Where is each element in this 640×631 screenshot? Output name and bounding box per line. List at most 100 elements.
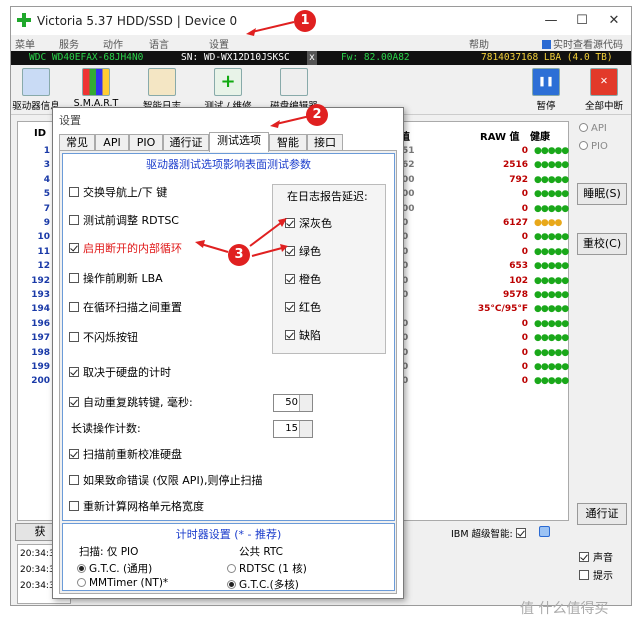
timer-settings-group: 计时器设置 (* - 推荐) 扫描: 仅 PIO 公共 RTC G.T.C. (…: [62, 523, 395, 591]
row-id: 199: [31, 362, 50, 372]
option-label: 取决于硬盘的计时: [83, 366, 171, 379]
delay-check: [285, 330, 295, 340]
test-options-panel: 驱动器测试选项影响表面测试参数 交换导航上/下 键测试前调整 RDTSC 启用断开…: [59, 150, 397, 594]
row-raw: 0: [521, 347, 528, 358]
delay-option[interactable]: 绿色: [285, 243, 321, 259]
passport-button[interactable]: 通行证: [577, 503, 627, 525]
option-9[interactable]: 长读操作计数:: [71, 420, 141, 436]
stop-icon: ✕: [590, 68, 618, 96]
drive-close-button[interactable]: x: [307, 51, 317, 65]
menu-bar: 菜单 服务 动作 语言 设置 帮助 实时查看源代码: [11, 35, 631, 51]
menu-item-settings[interactable]: 设置: [209, 36, 229, 51]
row-id: 3: [43, 160, 50, 171]
sleep-button[interactable]: 睡眠(S): [577, 183, 627, 205]
option-label: 如果致命错误 (仅限 API),则停止扫描: [83, 474, 263, 487]
tab-interface[interactable]: 接口: [307, 134, 343, 151]
drive-model[interactable]: WDC WD40EFAX-68JH4N0: [29, 51, 143, 65]
hint-checkbox[interactable]: 提示: [579, 567, 613, 582]
row-raw: 35°C/95°F: [477, 304, 528, 315]
row-id: 196: [31, 318, 50, 329]
gtc-general-radio[interactable]: G.T.C. (通用): [77, 561, 152, 576]
stop-all-button[interactable]: ✕ 全部中断: [573, 68, 631, 112]
tab-smart[interactable]: 智能: [269, 134, 307, 151]
option-12[interactable]: 重新计算网格单元格宽度: [69, 498, 204, 514]
close-icon[interactable]: ✕: [599, 11, 629, 31]
smart-log-button[interactable]: 智能日志: [131, 68, 193, 112]
pause-button[interactable]: ❚❚ 暂停: [515, 68, 577, 112]
option-6[interactable]: 不闪烁按钮: [69, 329, 138, 345]
marker-1: 1: [294, 10, 316, 32]
menu-item-help[interactable]: 帮助: [469, 36, 489, 51]
tab-general[interactable]: 常见: [59, 134, 95, 151]
pause-icon: ❚❚: [532, 68, 560, 96]
row-health: ●●●●●: [534, 160, 569, 171]
minimize-icon[interactable]: —: [536, 11, 566, 31]
delay-option[interactable]: 红色: [285, 299, 321, 315]
tab-pio[interactable]: PIO: [129, 134, 163, 151]
info-icon: [22, 68, 50, 96]
option-label: 在循环扫描之间重置: [83, 301, 182, 314]
settings-dialog: 设置 常见 API PIO 通行证 测试选项 智能 接口 驱动器测试选项影响表面…: [52, 107, 404, 599]
delay-log-group: 在日志报告延迟: 深灰色 绿色 橙色 红色 缺陷: [272, 184, 386, 354]
smart-button[interactable]: S.M.A.R.T: [65, 68, 127, 109]
row-raw: 0: [521, 246, 528, 257]
tab-test-options[interactable]: 测试选项: [209, 132, 269, 152]
title-bar: Victoria 5.37 HDD/SSD | Device 0 — ☐ ✕: [11, 7, 631, 35]
option-check: [69, 475, 79, 485]
delay-check: [285, 246, 295, 256]
radio-label: MMTimer (NT)*: [89, 577, 169, 589]
victoria-cross-icon: [17, 13, 31, 27]
menu-item-live-source[interactable]: 实时查看源代码: [542, 36, 623, 51]
recalibrate-button[interactable]: 重校(C): [577, 233, 627, 255]
option-11[interactable]: 如果致命错误 (仅限 API),则停止扫描: [69, 472, 262, 488]
autorepeat-spinner[interactable]: 50: [273, 394, 313, 412]
option-10[interactable]: 扫描前重新校准硬盘: [69, 446, 182, 462]
col-id: ID: [34, 128, 47, 139]
row-id: 10: [37, 232, 50, 243]
option-4[interactable]: 操作前刷新 LBA: [69, 270, 163, 286]
option-check: [69, 187, 79, 197]
gtc-multicore-radio[interactable]: G.T.C.(多核): [227, 577, 299, 592]
row-health: ●●●●●: [534, 362, 569, 372]
delay-label: 缺陷: [299, 329, 321, 342]
pio-radio[interactable]: PIO: [579, 141, 608, 152]
menu-item-language[interactable]: 语言: [149, 36, 169, 51]
row-health: ●●●●●: [534, 246, 569, 257]
api-radio[interactable]: API: [579, 123, 607, 134]
row-raw: 6127: [502, 218, 528, 228]
option-7[interactable]: 取决于硬盘的计时: [69, 364, 171, 380]
ibm-smart-label[interactable]: IBM 超级智能:: [451, 526, 530, 540]
delay-option[interactable]: 缺陷: [285, 327, 321, 343]
menu-item-actions[interactable]: 动作: [103, 36, 123, 51]
option-1[interactable]: 交换导航上/下 键: [69, 184, 167, 200]
group-title: 驱动器测试选项影响表面测试参数: [146, 158, 311, 171]
option-5[interactable]: 在循环扫描之间重置: [69, 299, 182, 315]
settings-tabs: 常见 API PIO 通行证 测试选项 智能 接口: [59, 132, 399, 152]
row-health: ●●●●●: [534, 304, 569, 315]
maximize-icon[interactable]: ☐: [567, 11, 597, 31]
row-id: 194: [31, 304, 50, 315]
mmtimer-radio[interactable]: MMTimer (NT)*: [77, 577, 168, 589]
delay-option[interactable]: 深灰色: [285, 215, 332, 231]
row-health: ●●●●●: [534, 333, 569, 344]
drive-info-button[interactable]: 驱动器信息: [11, 68, 67, 112]
option-label: 扫描前重新校准硬盘: [83, 448, 182, 461]
row-health: ●●●●●: [534, 318, 569, 329]
test-repair-button[interactable]: +测试 / 维修: [197, 68, 259, 112]
option-8[interactable]: 自动重复跳转键, 毫秒:: [69, 394, 193, 410]
tab-passport[interactable]: 通行证: [163, 134, 209, 151]
rdtsc-radio[interactable]: RDTSC (1 核): [227, 561, 307, 576]
row-raw: 0: [521, 362, 528, 372]
tab-api[interactable]: API: [95, 134, 129, 151]
menu-item-file[interactable]: 菜单: [15, 36, 35, 51]
option-check: [69, 243, 79, 253]
option-2[interactable]: 测试前调整 RDTSC: [69, 212, 179, 228]
row-raw: 0: [521, 318, 528, 329]
option-3[interactable]: 启用断开的内部循环: [69, 240, 182, 256]
long-read-spinner[interactable]: 15: [273, 420, 313, 438]
option-check: [69, 367, 79, 377]
dialog-title: 设置: [53, 108, 403, 130]
menu-item-service[interactable]: 服务: [59, 36, 79, 51]
delay-option[interactable]: 橙色: [285, 271, 321, 287]
sound-checkbox[interactable]: 声音: [579, 549, 613, 564]
